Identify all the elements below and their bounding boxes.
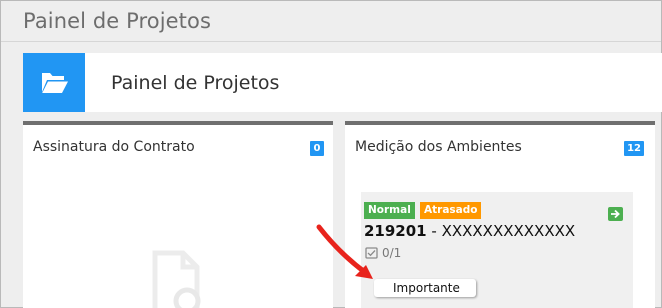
column-title: Assinatura do Contrato	[33, 139, 195, 155]
title-separator: -	[426, 222, 442, 240]
count-badge: 12	[624, 141, 644, 156]
arrow-right-icon[interactable]	[608, 207, 623, 221]
status-badge: Normal	[364, 202, 415, 219]
delay-badge: Atrasado	[420, 202, 482, 219]
project-card[interactable]: Normal Atrasado 219201 - XXXXXXXXXXXXX 0…	[361, 192, 633, 308]
count-badge: 0	[310, 141, 324, 156]
page-title: Painel de Projetos	[23, 9, 211, 33]
header-title: Painel de Projetos	[111, 72, 280, 94]
project-name: XXXXXXXXXXXXX	[441, 222, 576, 240]
red-arrow-icon	[309, 219, 379, 293]
divider	[1, 41, 661, 42]
document-search-icon	[147, 249, 217, 308]
label-chip[interactable]: Importante	[374, 279, 476, 297]
progress-count: 0/1	[382, 246, 402, 260]
card-title[interactable]: 219201 - XXXXXXXXXXXXX	[364, 222, 575, 240]
folder-open-icon	[23, 53, 85, 112]
column-medicao-dos-ambientes: Medição dos Ambientes 12 Normal Atrasado…	[345, 121, 655, 308]
column-title: Medição dos Ambientes	[355, 139, 522, 155]
project-board-header: Painel de Projetos	[23, 53, 662, 112]
window: Painel de Projetos Painel de Projetos As…	[0, 0, 662, 308]
column-assinatura-do-contrato: Assinatura do Contrato 0	[23, 121, 333, 308]
